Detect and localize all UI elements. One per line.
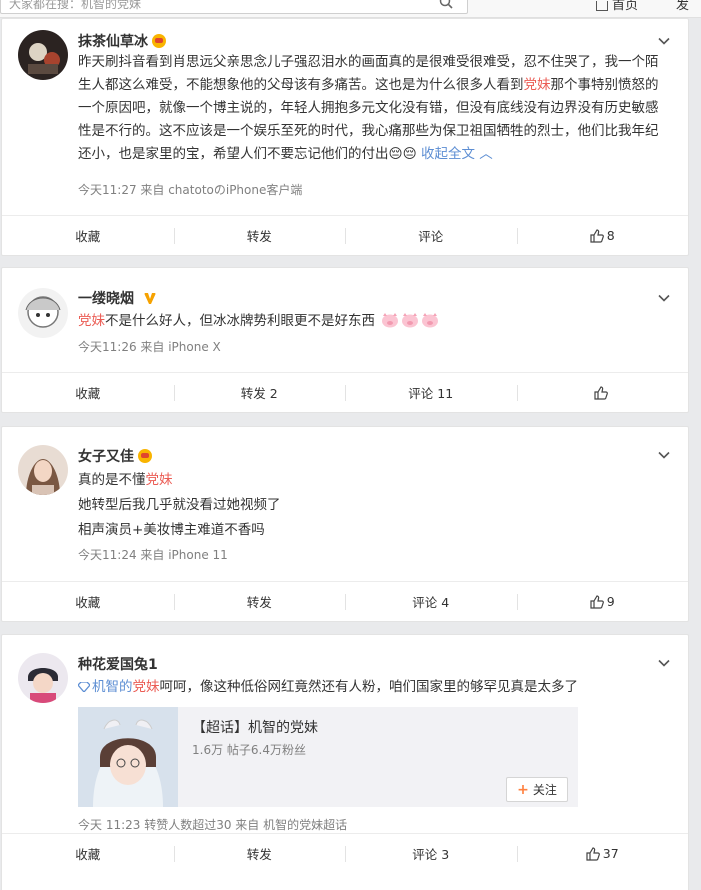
chevron-down-icon[interactable] — [658, 292, 670, 304]
keyword-highlight[interactable]: 党妹 — [133, 679, 160, 695]
post-meta: 今天11:27 来自 chatotoのiPhone客户端 — [78, 183, 303, 197]
like-button[interactable] — [516, 373, 689, 412]
search-input[interactable]: 大家都在搜：机智的党妹 — [0, 0, 468, 14]
post-meta: 今天 11:23 转赞人数超过30 来自 机智的党妹超话 — [78, 818, 348, 832]
comment-button[interactable]: 评论 3 — [345, 834, 517, 873]
super-topic-link[interactable]: 机智的 — [77, 679, 133, 695]
avatar[interactable] — [18, 288, 68, 338]
verified-v-icon — [143, 293, 156, 304]
chevron-down-icon[interactable] — [658, 657, 670, 669]
avatar[interactable] — [18, 30, 68, 80]
post-card: 一缕晓烟 党妹不是什么好人，但冰冰牌势利眼更不是好东西 今天11:26 来自 i… — [1, 267, 689, 413]
pig-emoji-icon — [402, 313, 419, 328]
nav-more[interactable]: 发 — [676, 0, 689, 13]
username[interactable]: 种花爱国兔1 — [78, 654, 158, 674]
post-line: 真的是不懂党妹 — [78, 472, 173, 488]
like-button[interactable]: 8 — [516, 216, 689, 255]
follow-button[interactable]: + 关注 — [506, 777, 568, 802]
plus-icon: + — [517, 781, 529, 798]
post-text: 昨天刷抖音看到肖思远父亲思念儿子强忍泪水的画面真的是很难受很难受，忍不住哭了，我… — [78, 54, 659, 162]
topic-stats: 1.6万 帖子6.4万粉丝 — [192, 743, 306, 757]
member-crown-icon — [138, 449, 152, 463]
favorite-button[interactable]: 收藏 — [2, 373, 174, 412]
avatar[interactable] — [18, 445, 68, 495]
like-button[interactable]: 37 — [516, 834, 689, 873]
thumbs-up-icon — [590, 594, 604, 609]
super-topic-card[interactable]: 【超话】机智的党妹 1.6万 帖子6.4万粉丝 + 关注 — [78, 707, 578, 807]
emoji: 😔😔 — [388, 146, 417, 162]
diamond-icon — [77, 681, 91, 693]
username[interactable]: 一缕晓烟 — [78, 288, 157, 308]
repost-button[interactable]: 转发 — [173, 216, 346, 255]
thumbs-up-icon — [594, 385, 608, 400]
search-placeholder: 大家都在搜：机智的党妹 — [9, 0, 142, 11]
top-bar: 大家都在搜：机智的党妹 首页 发 — [0, 0, 701, 18]
like-button[interactable]: 9 — [516, 582, 689, 621]
avatar[interactable] — [18, 653, 68, 703]
search-icon[interactable] — [439, 0, 453, 9]
username[interactable]: 女子又佳 — [78, 446, 152, 466]
pig-emoji-icon — [382, 313, 399, 328]
home-icon — [596, 0, 608, 11]
action-bar: 收藏 转发 2 评论 11 — [2, 372, 688, 412]
post-line: 相声演员+美妆博主难道不香吗 — [78, 522, 265, 538]
username[interactable]: 抹茶仙草冰 — [78, 31, 166, 51]
comment-button[interactable]: 评论 4 — [345, 582, 517, 621]
action-bar: 收藏 转发 评论 8 — [2, 215, 688, 255]
thumbs-up-icon — [590, 228, 604, 243]
keyword-highlight[interactable]: 党妹 — [524, 77, 551, 93]
post-meta: 今天11:26 来自 iPhone X — [78, 340, 221, 354]
chevron-down-icon[interactable] — [658, 35, 670, 47]
favorite-button[interactable]: 收藏 — [2, 834, 174, 873]
post-meta: 今天11:24 来自 iPhone 11 — [78, 548, 228, 562]
chevron-up-icon: ︿ — [479, 146, 493, 162]
collapse-link[interactable]: 收起全文 ︿ — [421, 146, 493, 162]
keyword-highlight[interactable]: 党妹 — [146, 472, 173, 488]
favorite-button[interactable]: 收藏 — [2, 582, 174, 621]
post-text: 机智的党妹呵呵，像这种低俗网红竟然还有人粉，咱们国家里的够罕见真是太多了 — [77, 676, 670, 699]
post-card: 种花爱国兔1 机智的党妹呵呵，像这种低俗网红竟然还有人粉，咱们国家里的够罕见真是… — [1, 634, 689, 890]
thumbs-up-icon — [586, 846, 600, 861]
repost-button[interactable]: 转发 — [173, 834, 346, 873]
action-bar: 收藏 转发 评论 3 37 — [2, 833, 688, 873]
post-card: 抹茶仙草冰 昨天刷抖音看到肖思远父亲思念儿子强忍泪水的画面真的是很难受很难受，忍… — [1, 18, 689, 256]
post-card: 女子又佳 真的是不懂党妹 她转型后我几乎就没看过她视频了 相声演员+美妆博主难道… — [1, 426, 689, 622]
topic-thumbnail — [78, 707, 178, 807]
member-crown-icon — [152, 34, 166, 48]
keyword-highlight[interactable]: 党妹 — [78, 313, 105, 329]
repost-button[interactable]: 转发 — [173, 582, 346, 621]
post-text: 党妹不是什么好人，但冰冰牌势利眼更不是好东西 — [78, 310, 670, 333]
action-bar: 收藏 转发 评论 4 9 — [2, 581, 688, 621]
favorite-button[interactable]: 收藏 — [2, 216, 174, 255]
comment-button[interactable]: 评论 — [345, 216, 517, 255]
post-text: 真的是不懂党妹 她转型后我几乎就没看过她视频了 相声演员+美妆博主难道不香吗 — [78, 468, 670, 543]
topic-title[interactable]: 【超话】机智的党妹 — [192, 717, 318, 737]
post-line: 她转型后我几乎就没看过她视频了 — [78, 497, 281, 513]
comment-button[interactable]: 评论 11 — [345, 373, 517, 412]
chevron-down-icon[interactable] — [658, 449, 670, 461]
nav-home[interactable]: 首页 — [596, 0, 638, 13]
pig-emoji-icon — [422, 313, 439, 328]
repost-button[interactable]: 转发 2 — [173, 373, 346, 412]
